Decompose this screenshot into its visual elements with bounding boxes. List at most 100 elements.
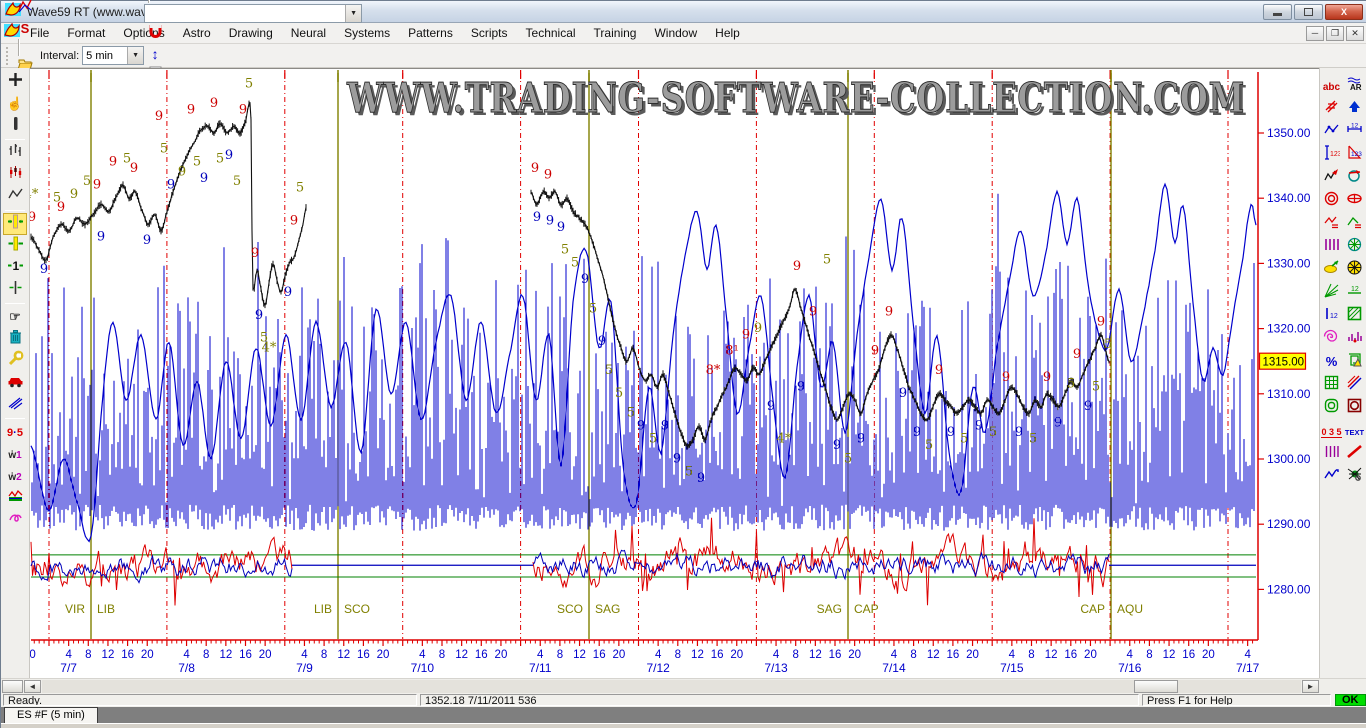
properties-tool[interactable]: [3, 350, 27, 372]
mdi-minimize-button[interactable]: ─: [1306, 26, 1324, 41]
text-abc-tool[interactable]: abc: [1320, 74, 1343, 97]
ellipsecross-icon: [1346, 190, 1363, 212]
count-annotation: 9: [155, 109, 163, 124]
bar-style-tool[interactable]: [3, 142, 27, 164]
bar-count-12-tool[interactable]: 12: [1343, 120, 1366, 143]
chart-canvas[interactable]: 4*99599599959995999599595959954*99599999…: [30, 68, 1319, 678]
pointer-select-tool[interactable]: ☞: [3, 306, 27, 328]
price-count-tool[interactable]: 123: [1343, 143, 1366, 166]
menu-help[interactable]: Help: [706, 24, 749, 42]
menu-training[interactable]: Training: [585, 24, 646, 42]
scroll-right-button[interactable]: ►: [1302, 680, 1319, 693]
menu-patterns[interactable]: Patterns: [399, 24, 462, 42]
spider-icon: [1346, 466, 1363, 488]
horizontal-scrollbar[interactable]: ◄ ►: [1, 678, 1366, 693]
count-annotation: 5: [245, 76, 253, 91]
delete-tool[interactable]: [3, 328, 27, 350]
cursor-bar-tool[interactable]: [3, 115, 27, 137]
patterns-button[interactable]: [14, 0, 36, 18]
andrews-ar-tool[interactable]: AR: [1343, 74, 1366, 97]
ellipse-yellow-tool[interactable]: [1320, 258, 1343, 281]
spiral-red-tool[interactable]: [1320, 189, 1343, 212]
date-label: 7/17: [1236, 661, 1260, 675]
thin-bar-tool[interactable]: [3, 279, 27, 301]
angle-lines-tool[interactable]: [3, 394, 27, 416]
chevron-down-icon[interactable]: ▼: [345, 5, 361, 22]
magnet-button[interactable]: [144, 23, 166, 44]
crosshair-tool[interactable]: [3, 71, 27, 93]
percent-retrace-tool[interactable]: %: [1320, 350, 1343, 373]
svg-text:AR: AR: [1350, 83, 1362, 92]
hatch-square-tool[interactable]: [1343, 304, 1366, 327]
menu-format[interactable]: Format: [58, 24, 114, 42]
vertical-scale-button[interactable]: ↕: [144, 44, 166, 65]
toolbar-grip[interactable]: [6, 47, 10, 65]
bar-width-tool[interactable]: 1: [3, 257, 27, 279]
menu-window[interactable]: Window: [645, 24, 706, 42]
time-lines-tool[interactable]: [1320, 442, 1343, 465]
tab-es-5min[interactable]: ES #F (5 min): [4, 707, 98, 723]
zodiac-sign-label: CAP: [1080, 602, 1105, 616]
thinarrows-icon: [7, 279, 24, 301]
concentric-squares-tool[interactable]: [1320, 396, 1343, 419]
minimize-button[interactable]: [1263, 4, 1292, 20]
svg-text:4: 4: [773, 649, 780, 661]
wheel-teal-tool[interactable]: [1343, 235, 1366, 258]
red-hash-tool[interactable]: [1320, 97, 1343, 120]
autodrive-tool[interactable]: [3, 372, 27, 394]
pan-hand-tool[interactable]: ☝: [3, 93, 27, 115]
zigzag-equal-tool[interactable]: [1320, 212, 1343, 235]
trendline-tool[interactable]: [1343, 442, 1366, 465]
ellipse-cross-tool[interactable]: [1343, 189, 1366, 212]
restore-button[interactable]: [1294, 4, 1323, 20]
signal-bars-tool[interactable]: [1343, 327, 1366, 350]
scroll-left-button[interactable]: ◄: [24, 680, 41, 693]
spiral-magenta-tool[interactable]: [1320, 327, 1343, 350]
purple-bars-tool[interactable]: [1320, 235, 1343, 258]
vertical-count-tool[interactable]: 123: [1320, 143, 1343, 166]
scrollbar-thumb[interactable]: [1134, 680, 1178, 693]
text-label-tool[interactable]: TEXT: [1343, 419, 1366, 442]
scripts-button[interactable]: S: [14, 18, 36, 39]
symbol-combobox[interactable]: ▼: [144, 4, 362, 23]
wave-two-tool[interactable]: ẇ2: [3, 465, 27, 487]
mdi-restore-button[interactable]: ❐: [1326, 26, 1344, 41]
arrow-marker-tool[interactable]: [1343, 97, 1366, 120]
angle-equal-tool[interactable]: [1343, 212, 1366, 235]
count-annotation: 9: [793, 259, 801, 274]
circle-arrow-tool[interactable]: [1343, 166, 1366, 189]
chevron-down-icon[interactable]: ▼: [127, 47, 143, 64]
swing-dots-tool[interactable]: [1320, 120, 1343, 143]
astro-spider-tool[interactable]: [1343, 465, 1366, 488]
candle-style-tool[interactable]: [3, 164, 27, 186]
count-annotation: 9: [40, 262, 48, 277]
expand-horizontal-tool[interactable]: [3, 213, 27, 235]
wave-one-tool[interactable]: ẇ1: [3, 443, 27, 465]
interval-combobox[interactable]: 5 min ▼: [82, 46, 144, 65]
horizontal-count-tool[interactable]: 12: [1343, 281, 1366, 304]
box-circle-tool[interactable]: [1343, 396, 1366, 419]
parallel-lines-tool[interactable]: [1343, 373, 1366, 396]
menu-technical[interactable]: Technical: [517, 24, 585, 42]
cycle-loop-tool[interactable]: [3, 509, 27, 531]
svg-text:4: 4: [537, 649, 544, 661]
trend-arrow-tool[interactable]: [1320, 166, 1343, 189]
gann-grid-tool[interactable]: [1320, 373, 1343, 396]
measure-i12-tool[interactable]: 12: [1320, 304, 1343, 327]
close-button[interactable]: X: [1325, 4, 1363, 20]
compress-bar-tool[interactable]: [3, 235, 27, 257]
menu-scripts[interactable]: Scripts: [462, 24, 517, 42]
line-style-tool[interactable]: [3, 186, 27, 208]
gann-fan-tool[interactable]: [1320, 281, 1343, 304]
count-annotation: 9: [93, 177, 101, 192]
svg-text:8: 8: [203, 649, 209, 661]
nine-five-count-tool[interactable]: 9·5: [3, 421, 27, 443]
wave-n-tool[interactable]: [1320, 465, 1343, 488]
wheel-yellow-tool[interactable]: [1343, 258, 1366, 281]
yellipse-icon: [1323, 259, 1340, 281]
mdi-close-button[interactable]: ✕: [1346, 26, 1364, 41]
square-spiral-tool[interactable]: [1343, 350, 1366, 373]
count-035-tool[interactable]: 0 3 5: [1320, 419, 1343, 442]
scrollbar-track[interactable]: [42, 680, 1301, 693]
exhaustion-bars-tool[interactable]: [3, 487, 27, 509]
